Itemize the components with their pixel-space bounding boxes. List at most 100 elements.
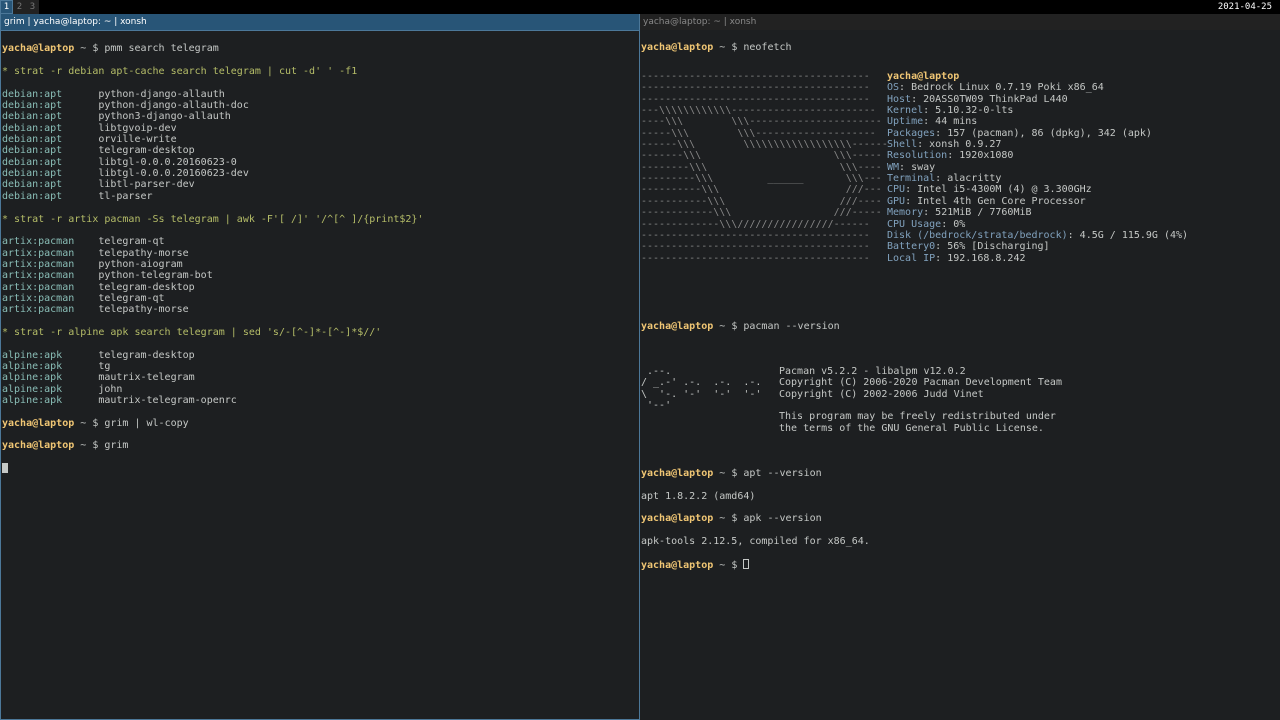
info-key: Battery0 <box>887 241 936 253</box>
package-result-row: debian:apt libtgvoip-dev <box>2 123 638 134</box>
package-name: libtgvoip-dev <box>98 122 177 134</box>
logo-line: -----\\\ \\\-------------------- <box>641 127 876 139</box>
package-name: python3-django-allauth <box>98 111 231 123</box>
package-name: telepathy-morse <box>98 247 189 259</box>
text-cursor <box>743 558 750 569</box>
info-row: Shell: xonsh 0.9.27 <box>887 139 1002 151</box>
logo-line: -------------\\\////////////////------ <box>641 218 870 230</box>
info-value: 4.5G / 115.9G (4%) <box>1079 229 1189 241</box>
info-row: CPU: Intel i5-4300M (4) @ 3.300GHz <box>887 184 1092 196</box>
cursor-line[interactable] <box>2 463 638 474</box>
pacman-version-output: .--. / _.-' .-. .-. .-. \ '-. '-' '-' '-' … <box>641 366 1279 434</box>
info-key: WM <box>887 161 900 173</box>
info-row: Terminal: alacritty <box>887 173 1002 185</box>
info-key: Kernel <box>887 105 924 117</box>
info-value: 521MiB / 7760MiB <box>935 207 1032 219</box>
info-row: GPU: Intel 4th Gen Core Processor <box>887 195 1086 207</box>
package-result-row: alpine:apk tg <box>2 361 638 372</box>
package-result-row: artix:pacman telegram-qt <box>2 236 638 247</box>
pacman-text-line: Copyright (C) 2006-2020 Pacman Developme… <box>779 377 1062 389</box>
neofetch-output: -------------------------------------- --… <box>641 65 1279 264</box>
repo-name: debian:apt <box>2 145 99 157</box>
package-name: orville-write <box>98 134 177 146</box>
prompt-line: yacha@laptop ~ $ apt --version <box>641 468 822 480</box>
workspace-1-button[interactable]: 1 <box>0 0 13 14</box>
package-name: python-django-allauth <box>98 88 225 100</box>
artix-results: artix:pacman telegram-qt artix:pacman tel… <box>2 236 638 315</box>
info-value: 44 mins <box>935 116 978 128</box>
package-result-row: debian:apt libtgl-0.0.0.20160623-dev <box>2 168 638 179</box>
terminal-window-left[interactable]: grim | yacha@laptop: ~ | xonsh yacha@lap… <box>0 14 640 720</box>
package-result-row: debian:apt orville-write <box>2 134 638 145</box>
info-row: Resolution: 1920x1080 <box>887 150 1014 162</box>
repo-name: artix:pacman <box>2 247 99 259</box>
pacman-logo-line <box>641 411 779 422</box>
info-value: 1920x1080 <box>959 150 1014 162</box>
strat-command-line: * strat -r artix pacman -Ss telegram | a… <box>2 213 424 225</box>
prompt-line: yacha@laptop ~ $ pmm search telegram <box>2 43 219 55</box>
info-row: Host: 20ASS0TW09 ThinkPad L440 <box>887 93 1068 105</box>
pacman-text-line <box>779 400 1062 411</box>
repo-name: artix:pacman <box>2 292 99 304</box>
info-key: CPU Usage <box>887 218 942 230</box>
terminal-output-left[interactable]: yacha@laptop ~ $ pmm search telegram * s… <box>1 31 639 497</box>
alpine-results: alpine:apk telegram-desktop alpine:apk tg… <box>2 350 638 407</box>
apt-version-output: apt 1.8.2.2 (amd64) <box>641 490 756 502</box>
repo-name: debian:apt <box>2 168 99 180</box>
prompt-line[interactable]: yacha@laptop ~ $ <box>641 558 1279 571</box>
logo-line: -------------------------------------- <box>641 229 870 241</box>
package-result-row: artix:pacman telepathy-morse <box>2 248 638 259</box>
window-title-left[interactable]: grim | yacha@laptop: ~ | xonsh <box>1 14 639 31</box>
info-value: 192.168.8.242 <box>947 252 1026 264</box>
package-name: tg <box>98 360 111 372</box>
info-value: xonsh 0.9.27 <box>929 139 1002 151</box>
sway-bar: 1 2 3 2021-04-25 <box>0 0 1280 14</box>
info-key: Local IP <box>887 252 936 264</box>
package-result-row: alpine:apk john <box>2 384 638 395</box>
package-name: telepathy-morse <box>98 304 189 316</box>
terminal-window-right[interactable]: yacha@laptop: ~ | xonsh yacha@laptop ~ $… <box>640 14 1280 720</box>
logo-line: -------------------------------------- <box>641 82 870 94</box>
package-name: python-aiogram <box>98 258 183 270</box>
pacman-text-line: Copyright (C) 2002-2006 Judd Vinet <box>779 388 984 400</box>
workspace-3-button[interactable]: 3 <box>26 0 39 14</box>
repo-name: artix:pacman <box>2 281 99 293</box>
package-name: telegram-desktop <box>98 145 195 157</box>
workspace-2-button[interactable]: 2 <box>13 0 26 14</box>
bedrock-logo: -------------------------------------- --… <box>641 71 888 264</box>
package-name: tl-parser <box>98 190 153 202</box>
prompt-line: yacha@laptop ~ $ grim <box>2 440 129 452</box>
pacman-logo-line: / _.-' .-. .-. .-. <box>641 377 762 389</box>
package-name: libtl-parser-dev <box>98 179 195 191</box>
window-title-right[interactable]: yacha@laptop: ~ | xonsh <box>640 14 1280 30</box>
package-result-row: debian:apt libtgl-0.0.0.20160623-0 <box>2 157 638 168</box>
package-name: mautrix-telegram <box>98 372 195 384</box>
info-key: Terminal <box>887 173 936 185</box>
repo-name: artix:pacman <box>2 270 99 282</box>
info-value: 56% [Discharging] <box>947 241 1050 253</box>
repo-name: debian:apt <box>2 179 99 191</box>
logo-line: ----------\\\ ///--- <box>641 184 882 196</box>
logo-line: ----\\\ \\\---------------------- <box>641 116 882 128</box>
repo-name: debian:apt <box>2 156 99 168</box>
info-key: Disk (/bedrock/strata/bedrock) <box>887 229 1068 241</box>
repo-name: artix:pacman <box>2 236 99 248</box>
package-result-row: alpine:apk telegram-desktop <box>2 350 638 361</box>
logo-line: -------------------------------------- <box>641 71 870 83</box>
pacman-text-line: Pacman v5.2.2 - libalpm v12.0.2 <box>779 365 966 377</box>
logo-line: -----------\\\ ///---- <box>641 195 882 207</box>
package-result-row: debian:apt python3-django-allauth <box>2 111 638 122</box>
info-key: Uptime <box>887 116 924 128</box>
terminal-output-right[interactable]: yacha@laptop ~ $ neofetch --------------… <box>640 30 1280 593</box>
logo-line: -------\\\ \\\----- <box>641 150 882 162</box>
debian-results: debian:apt python-django-allauth debian:a… <box>2 89 638 202</box>
repo-name: debian:apt <box>2 190 99 202</box>
workspace-list: 1 2 3 <box>0 0 39 14</box>
info-row: Disk (/bedrock/strata/bedrock): 4.5G / 1… <box>887 229 1189 241</box>
info-value: Bedrock Linux 0.7.19 Poki x86_64 <box>911 82 1104 94</box>
package-result-row: debian:apt python-django-allauth-doc <box>2 100 638 111</box>
logo-line: -------------------------------------- <box>641 252 870 264</box>
prompt-line: yacha@laptop ~ $ neofetch <box>641 42 792 54</box>
pacman-version-text: Pacman v5.2.2 - libalpm v12.0.2 Copyright… <box>779 366 1062 434</box>
info-row: Battery0: 56% [Discharging] <box>887 241 1050 253</box>
